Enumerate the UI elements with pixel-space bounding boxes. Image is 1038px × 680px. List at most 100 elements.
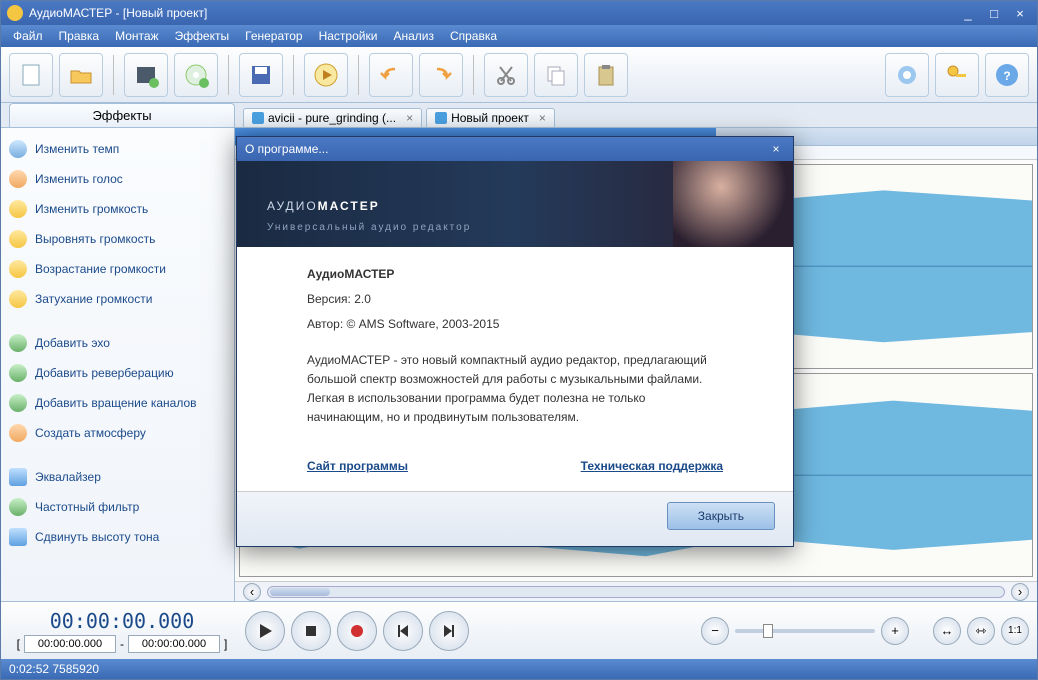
- person-icon: [9, 170, 27, 188]
- reverb-icon: [9, 364, 27, 382]
- effects-panel-header: Эффекты: [9, 103, 235, 127]
- about-author: Автор: © AMS Software, 2003-2015: [307, 315, 723, 334]
- effect-add-reverb[interactable]: Добавить реверберацию: [5, 358, 230, 388]
- about-dialog: О программе... × АУДИОМАСТЕР Универсальн…: [236, 136, 794, 547]
- dialog-title: О программе...: [245, 142, 328, 156]
- speaker-up-icon: [9, 260, 27, 278]
- file-tab-0[interactable]: avicii - pure_grinding (... ×: [243, 108, 422, 127]
- clock-icon: [9, 140, 27, 158]
- import-cd-button[interactable]: [174, 53, 218, 97]
- paste-button[interactable]: [584, 53, 628, 97]
- menubar: Файл Правка Монтаж Эффекты Генератор Нас…: [1, 25, 1037, 47]
- echo-icon: [9, 334, 27, 352]
- minimize-button[interactable]: _: [957, 5, 979, 21]
- menu-effects[interactable]: Эффекты: [167, 27, 238, 45]
- selection-end-input[interactable]: [128, 635, 220, 653]
- banner-portrait-image: [673, 161, 793, 247]
- effect-fade-out[interactable]: Затухание громкости: [5, 284, 230, 314]
- selection-start-input[interactable]: [24, 635, 116, 653]
- effect-channel-rotation[interactable]: Добавить вращение каналов: [5, 388, 230, 418]
- maximize-button[interactable]: □: [983, 5, 1005, 21]
- toolbar-separator: [473, 55, 474, 95]
- dash-separator: -: [120, 637, 124, 651]
- effect-freq-filter[interactable]: Частотный фильтр: [5, 492, 230, 522]
- menu-edit[interactable]: Правка: [51, 27, 108, 45]
- banner-subtitle: Универсальный аудио редактор: [267, 222, 471, 233]
- toolbar-separator: [358, 55, 359, 95]
- close-tab-icon[interactable]: ×: [539, 111, 546, 125]
- pitch-icon: [9, 528, 27, 546]
- zoom-slider[interactable]: [735, 629, 875, 633]
- file-tab-label: avicii - pure_grinding (...: [268, 111, 396, 125]
- copy-button[interactable]: [534, 53, 578, 97]
- effect-atmosphere[interactable]: Создать атмосферу: [5, 418, 230, 448]
- effect-change-tempo[interactable]: Изменить темп: [5, 134, 230, 164]
- toolbar-separator: [228, 55, 229, 95]
- website-link[interactable]: Сайт программы: [307, 459, 408, 473]
- new-file-button[interactable]: [9, 53, 53, 97]
- fit-width-button[interactable]: ↔: [933, 617, 961, 645]
- dialog-close-ok-button[interactable]: Закрыть: [667, 502, 775, 530]
- bracket-open: [: [17, 637, 20, 651]
- menu-generator[interactable]: Генератор: [237, 27, 310, 45]
- skip-start-button[interactable]: [383, 611, 423, 651]
- transport-bar: 00:00:00.000 [ - ] − + ↔ ⇿ 1:1: [1, 601, 1037, 659]
- svg-text:?: ?: [1003, 69, 1010, 83]
- import-video-button[interactable]: [124, 53, 168, 97]
- app-icon: [7, 5, 23, 21]
- scroll-thumb[interactable]: [270, 588, 330, 596]
- file-tab-label: Новый проект: [451, 111, 529, 125]
- support-link[interactable]: Техническая поддержка: [581, 459, 723, 473]
- titlebar: АудиоМАСТЕР - [Новый проект] _ □ ×: [1, 1, 1037, 25]
- bracket-close: ]: [224, 637, 227, 651]
- skip-end-button[interactable]: [429, 611, 469, 651]
- rotate-icon: [9, 394, 27, 412]
- selection-time-inputs: [ - ]: [9, 635, 235, 653]
- speaker-icon: [9, 200, 27, 218]
- close-button[interactable]: ×: [1009, 5, 1031, 21]
- menu-analysis[interactable]: Анализ: [385, 27, 442, 45]
- save-button[interactable]: [239, 53, 283, 97]
- zoom-out-button[interactable]: −: [701, 617, 729, 645]
- redo-button[interactable]: [419, 53, 463, 97]
- open-file-button[interactable]: [59, 53, 103, 97]
- scroll-right-button[interactable]: ›: [1011, 583, 1029, 601]
- file-tab-1[interactable]: Новый проект ×: [426, 108, 555, 127]
- zoom-thumb[interactable]: [763, 624, 773, 638]
- window-title: АудиоМАСТЕР - [Новый проект]: [29, 6, 957, 20]
- fit-selection-button[interactable]: ⇿: [967, 617, 995, 645]
- audio-file-icon: [435, 112, 447, 124]
- effect-normalize-volume[interactable]: Выровнять громкость: [5, 224, 230, 254]
- dialog-body: АудиоМАСТЕР Версия: 2.0 Автор: © AMS Sof…: [237, 247, 793, 451]
- undo-button[interactable]: [369, 53, 413, 97]
- record-button[interactable]: [337, 611, 377, 651]
- settings-button[interactable]: [885, 53, 929, 97]
- cut-button[interactable]: [484, 53, 528, 97]
- dialog-close-button[interactable]: ×: [767, 142, 785, 156]
- play-button-toolbar[interactable]: [304, 53, 348, 97]
- zoom-in-button[interactable]: +: [881, 617, 909, 645]
- play-button[interactable]: [245, 611, 285, 651]
- status-bar: 0:02:52 7585920: [1, 659, 1037, 679]
- stop-button[interactable]: [291, 611, 331, 651]
- effect-add-echo[interactable]: Добавить эхо: [5, 328, 230, 358]
- time-display-box: 00:00:00.000 [ - ]: [9, 609, 235, 653]
- close-tab-icon[interactable]: ×: [406, 111, 413, 125]
- dialog-titlebar: О программе... ×: [237, 137, 793, 161]
- menu-help[interactable]: Справка: [442, 27, 505, 45]
- zoom-1to1-button[interactable]: 1:1: [1001, 617, 1029, 645]
- effect-change-volume[interactable]: Изменить громкость: [5, 194, 230, 224]
- menu-file[interactable]: Файл: [5, 27, 51, 45]
- menu-montage[interactable]: Монтаж: [107, 27, 167, 45]
- scroll-left-button[interactable]: ‹: [243, 583, 261, 601]
- effect-equalizer[interactable]: Эквалайзер: [5, 462, 230, 492]
- effect-pitch-shift[interactable]: Сдвинуть высоту тона: [5, 522, 230, 552]
- help-button[interactable]: ?: [985, 53, 1029, 97]
- dialog-links: Сайт программы Техническая поддержка: [237, 451, 793, 491]
- menu-settings[interactable]: Настройки: [311, 27, 386, 45]
- tabs-row: Эффекты avicii - pure_grinding (... × Но…: [1, 103, 1037, 127]
- activation-key-button[interactable]: [935, 53, 979, 97]
- scroll-track[interactable]: [267, 586, 1005, 598]
- effect-change-voice[interactable]: Изменить голос: [5, 164, 230, 194]
- effect-fade-in[interactable]: Возрастание громкости: [5, 254, 230, 284]
